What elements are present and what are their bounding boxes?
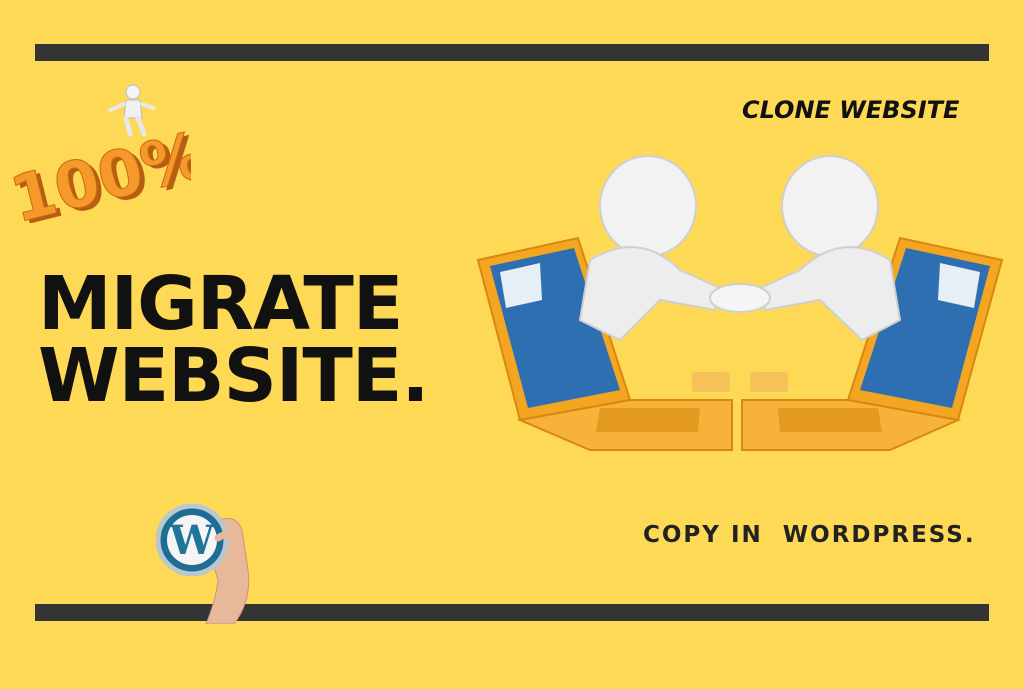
top-divider-bar <box>35 44 989 61</box>
svg-text:W: W <box>169 517 216 564</box>
right-figure <box>758 155 902 342</box>
left-figure <box>578 155 722 342</box>
main-headline: MIGRATE WEBSITE. <box>38 261 430 419</box>
figure-icon <box>108 84 156 137</box>
wordpress-logo-icon: W <box>155 500 256 628</box>
100-percent-icon: 100% 100% <box>3 78 218 241</box>
headline-line-1: MIGRATE <box>38 261 403 347</box>
copy-in-wordpress-label: COPY IN WORDPRESS. <box>643 522 976 548</box>
handshake-laptops-icon <box>470 150 1010 464</box>
svg-text:100%: 100% <box>6 118 191 223</box>
clone-website-label: CLONE WEBSITE <box>742 96 960 124</box>
headline-line-2: WEBSITE. <box>38 333 430 419</box>
